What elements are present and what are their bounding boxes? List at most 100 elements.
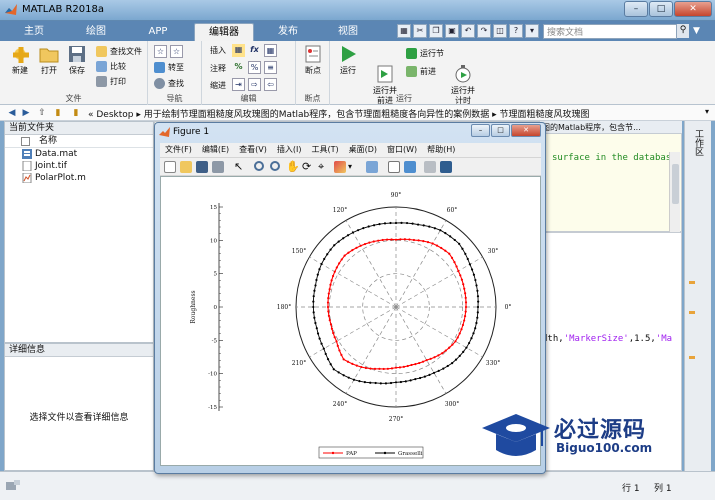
minimize-button[interactable]: – bbox=[624, 1, 648, 17]
wrap-comments-icon[interactable]: ≡ bbox=[264, 61, 277, 74]
undo-quick-icon[interactable]: ↶ bbox=[461, 24, 475, 38]
smart-indent-icon[interactable]: ⇥ bbox=[232, 78, 245, 91]
open-file-icon[interactable] bbox=[180, 161, 192, 173]
breakpoints-button[interactable]: 断点 bbox=[299, 44, 327, 76]
scrollbar-thumb[interactable] bbox=[672, 164, 679, 204]
menu-file[interactable]: 文件(F) bbox=[160, 143, 197, 157]
series-marker-grasselli bbox=[329, 248, 332, 251]
redo-quick-icon[interactable]: ↷ bbox=[477, 24, 491, 38]
back-star-icon[interactable]: ☆ bbox=[154, 45, 167, 58]
current-path[interactable]: « Desktop ▸ 用于绘制节理面粗糙度风玫瑰图的Matlab程序，包含节理… bbox=[88, 107, 590, 120]
compare-button[interactable]: 比较 bbox=[96, 60, 126, 73]
paste-quick-icon[interactable]: ▣ bbox=[445, 24, 459, 38]
menu-view[interactable]: 查看(V) bbox=[234, 143, 272, 157]
file-name: PolarPlot.m bbox=[35, 173, 86, 183]
comment-label[interactable]: 注释 bbox=[210, 63, 226, 74]
file-item[interactable]: Joint.tif bbox=[5, 160, 153, 172]
menu-tools[interactable]: 工具(T) bbox=[306, 143, 343, 157]
editor-tab[interactable]: 图的Matlab程序，包含节... bbox=[540, 121, 682, 134]
file-item[interactable]: Data.mat bbox=[5, 148, 153, 160]
new-button[interactable]: 新建 bbox=[6, 44, 34, 76]
find-files-button[interactable]: 查找文件 bbox=[96, 45, 142, 58]
tab-home[interactable]: 主页 bbox=[8, 23, 60, 41]
zoom-out-icon[interactable] bbox=[270, 161, 280, 171]
close-button[interactable]: ✕ bbox=[674, 1, 712, 17]
insert-colorbar-icon[interactable] bbox=[404, 161, 416, 173]
tab-view[interactable]: 视图 bbox=[322, 23, 374, 41]
tab-editor[interactable]: 编辑器 bbox=[194, 23, 254, 41]
series-marker-grasselli bbox=[466, 257, 469, 261]
open-button[interactable]: 打开 bbox=[35, 44, 63, 76]
series-marker-pap bbox=[386, 238, 389, 241]
figure-minimize-button[interactable]: – bbox=[471, 124, 490, 137]
pan-hand-icon[interactable]: ✋ bbox=[286, 161, 300, 173]
brush-icon[interactable] bbox=[334, 161, 346, 173]
forward-icon[interactable]: ▶ bbox=[20, 107, 32, 119]
save-button[interactable]: 保存 bbox=[63, 44, 91, 76]
uncomment-icon[interactable]: % bbox=[248, 61, 261, 74]
comment-percent-icon[interactable]: % bbox=[232, 61, 245, 74]
search-icon[interactable]: ⚲ bbox=[677, 24, 689, 38]
tab-publish[interactable]: 发布 bbox=[262, 23, 314, 41]
menu-edit[interactable]: 编辑(E) bbox=[197, 143, 234, 157]
run-section-button[interactable]: 运行节 bbox=[406, 47, 444, 60]
brush-dropdown-icon[interactable]: ▾ bbox=[348, 161, 360, 173]
figure-maximize-button[interactable]: □ bbox=[491, 124, 510, 137]
series-marker-pap bbox=[364, 366, 368, 370]
help-dropdown-icon[interactable]: ▾ bbox=[525, 24, 539, 38]
increase-indent-icon[interactable]: ⇨ bbox=[248, 78, 261, 91]
save-figure-icon[interactable] bbox=[196, 161, 208, 173]
search-documentation-input[interactable] bbox=[543, 24, 677, 39]
link-plot-icon[interactable] bbox=[366, 161, 378, 173]
hide-colorbar-icon[interactable] bbox=[388, 161, 400, 173]
tab-apps[interactable]: APP bbox=[132, 23, 184, 41]
editor-scrollbar[interactable] bbox=[669, 152, 680, 242]
menu-desktop[interactable]: 桌面(D) bbox=[344, 143, 382, 157]
cut-quick-icon[interactable]: ✂ bbox=[413, 24, 427, 38]
insert-section-icon[interactable]: ▦ bbox=[232, 44, 245, 57]
print-figure-icon[interactable] bbox=[212, 161, 224, 173]
help-icon[interactable]: ? bbox=[509, 24, 523, 38]
decrease-indent-icon[interactable]: ⇦ bbox=[264, 78, 277, 91]
advance-button[interactable]: 前进 bbox=[406, 65, 436, 78]
maximize-button[interactable]: □ bbox=[649, 1, 673, 17]
tab-plots[interactable]: 绘图 bbox=[70, 23, 122, 41]
insert-label[interactable]: 插入 bbox=[210, 45, 226, 56]
workspace-label[interactable]: 工作区 bbox=[691, 129, 703, 156]
zoom-in-icon[interactable] bbox=[254, 161, 264, 171]
menu-window[interactable]: 窗口(W) bbox=[382, 143, 422, 157]
fx-icon[interactable]: fx bbox=[248, 44, 261, 57]
legend-marker bbox=[383, 451, 387, 455]
data-cursor-icon[interactable]: ⌖ bbox=[318, 161, 330, 173]
goto-button[interactable]: 转至 bbox=[154, 61, 184, 74]
indent-label[interactable]: 缩进 bbox=[210, 80, 226, 91]
rotate-icon[interactable]: ⟳ bbox=[302, 161, 314, 173]
switch-windows-icon[interactable]: ◫ bbox=[493, 24, 507, 38]
select-all-checkbox[interactable] bbox=[21, 137, 30, 146]
find-button[interactable]: 查找 bbox=[154, 77, 184, 90]
pointer-icon[interactable]: ↖ bbox=[234, 161, 246, 173]
insert-var-icon[interactable]: ▦ bbox=[264, 44, 277, 57]
plot-tools-icon[interactable] bbox=[440, 161, 452, 173]
run-button[interactable]: 运行 bbox=[334, 44, 362, 76]
save-quick-icon[interactable]: ▦ bbox=[397, 24, 411, 38]
filter-icon[interactable]: ▼ bbox=[693, 24, 709, 38]
new-figure-icon[interactable] bbox=[164, 161, 176, 173]
browse-folder-icon[interactable]: ▮ bbox=[52, 107, 64, 119]
workspace-dock[interactable]: 工作区 bbox=[684, 121, 711, 471]
run-group-label: 运行 bbox=[396, 94, 412, 103]
insert-legend-icon[interactable] bbox=[424, 161, 436, 173]
copy-quick-icon[interactable]: ❐ bbox=[429, 24, 443, 38]
menu-help[interactable]: 帮助(H) bbox=[422, 143, 460, 157]
print-button[interactable]: 打印 bbox=[96, 75, 126, 88]
path-dropdown-icon[interactable]: ▾ bbox=[705, 107, 709, 116]
back-icon[interactable]: ◀ bbox=[6, 107, 18, 119]
up-folder-icon[interactable]: ⇧ bbox=[36, 107, 48, 119]
forward-star-icon[interactable]: ☆ bbox=[170, 45, 183, 58]
file-group: 新建 打开 保存 查找文件 比较 打印 文件 bbox=[0, 41, 148, 105]
menu-insert[interactable]: 插入(I) bbox=[272, 143, 307, 157]
file-item[interactable]: PolarPlot.m bbox=[5, 172, 153, 184]
watermark-title: 必过源码 bbox=[554, 418, 647, 443]
name-column-header[interactable]: 名称 bbox=[5, 135, 153, 148]
figure-close-button[interactable]: ✕ bbox=[511, 124, 541, 137]
